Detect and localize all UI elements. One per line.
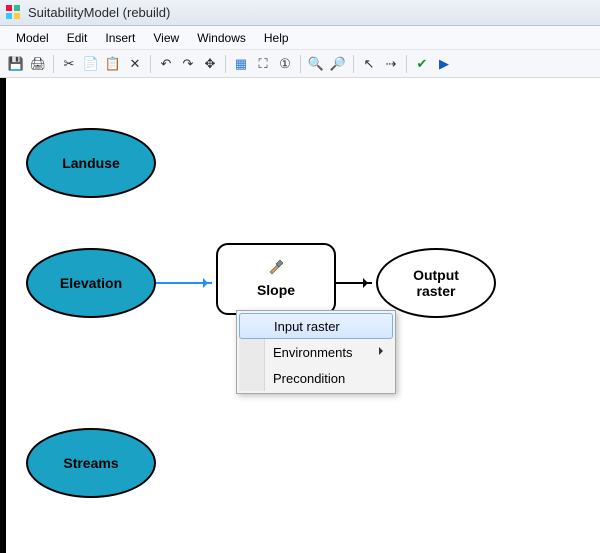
node-label: Slope: [257, 282, 295, 298]
connector-context-menu: Input raster Environments Precondition: [236, 310, 396, 394]
node-landuse[interactable]: Landuse: [26, 128, 156, 198]
toolbar-separator: [150, 55, 151, 73]
validate-icon[interactable]: ✔: [412, 54, 432, 74]
select-tool-icon[interactable]: ↖: [359, 54, 379, 74]
connect-tool-icon[interactable]: ⇢: [381, 54, 401, 74]
hammer-icon: [267, 258, 285, 276]
fit-window-icon[interactable]: ⛶: [253, 54, 273, 74]
model-canvas[interactable]: Landuse Elevation Streams Slope Output r…: [6, 78, 600, 553]
menuitem-label: Input raster: [274, 319, 340, 334]
title-bar: SuitabilityModel (rebuild): [0, 0, 600, 26]
zoom-in-icon[interactable]: 🔍: [306, 54, 326, 74]
node-elevation[interactable]: Elevation: [26, 248, 156, 318]
toolbar-separator: [406, 55, 407, 73]
menu-model[interactable]: Model: [8, 28, 57, 48]
menuitem-label: Environments: [273, 345, 352, 360]
print-icon[interactable]: 🖨: [28, 54, 48, 74]
toolbar-separator: [225, 55, 226, 73]
menu-insert[interactable]: Insert: [97, 28, 143, 48]
zoom-out-icon[interactable]: 🔎: [328, 54, 348, 74]
pan-icon[interactable]: ✥: [200, 54, 220, 74]
menu-view[interactable]: View: [145, 28, 187, 48]
menu-windows[interactable]: Windows: [189, 28, 254, 48]
node-streams[interactable]: Streams: [26, 428, 156, 498]
connector-slope-to-output[interactable]: [336, 282, 372, 284]
autolayout-icon[interactable]: ▦: [231, 54, 251, 74]
paste-icon[interactable]: 📋: [103, 54, 123, 74]
node-label: Streams: [63, 455, 118, 471]
menuitem-input-raster[interactable]: Input raster: [239, 313, 393, 339]
toolbar-separator: [53, 55, 54, 73]
redo-icon[interactable]: ↷: [178, 54, 198, 74]
menuitem-environments[interactable]: Environments: [239, 339, 393, 365]
node-output-raster[interactable]: Output raster: [376, 248, 496, 318]
node-label-line1: Output: [413, 267, 459, 283]
toolbar: 💾 🖨 ✂ 📄 📋 ✕ ↶ ↷ ✥ ▦ ⛶ ① 🔍 🔎 ↖ ⇢ ✔ ▶: [0, 50, 600, 78]
run-icon[interactable]: ▶: [434, 54, 454, 74]
node-slope-tool[interactable]: Slope: [216, 243, 336, 315]
save-icon[interactable]: 💾: [6, 54, 26, 74]
menu-edit[interactable]: Edit: [59, 28, 96, 48]
menu-help[interactable]: Help: [256, 28, 297, 48]
connector-elevation-to-slope[interactable]: [156, 282, 212, 284]
delete-icon[interactable]: ✕: [125, 54, 145, 74]
app-icon: [6, 5, 22, 21]
window-title: SuitabilityModel (rebuild): [28, 5, 170, 20]
menuitem-label: Precondition: [273, 371, 345, 386]
chevron-right-icon: [379, 347, 387, 355]
node-label: Elevation: [60, 275, 122, 291]
copy-icon[interactable]: 📄: [81, 54, 101, 74]
toolbar-separator: [353, 55, 354, 73]
menuitem-precondition[interactable]: Precondition: [239, 365, 393, 391]
zoom-100-icon[interactable]: ①: [275, 54, 295, 74]
toolbar-separator: [300, 55, 301, 73]
menu-bar: Model Edit Insert View Windows Help: [0, 26, 600, 50]
cut-icon[interactable]: ✂: [59, 54, 79, 74]
node-label-line2: raster: [417, 283, 456, 299]
undo-icon[interactable]: ↶: [156, 54, 176, 74]
node-label: Landuse: [62, 155, 120, 171]
